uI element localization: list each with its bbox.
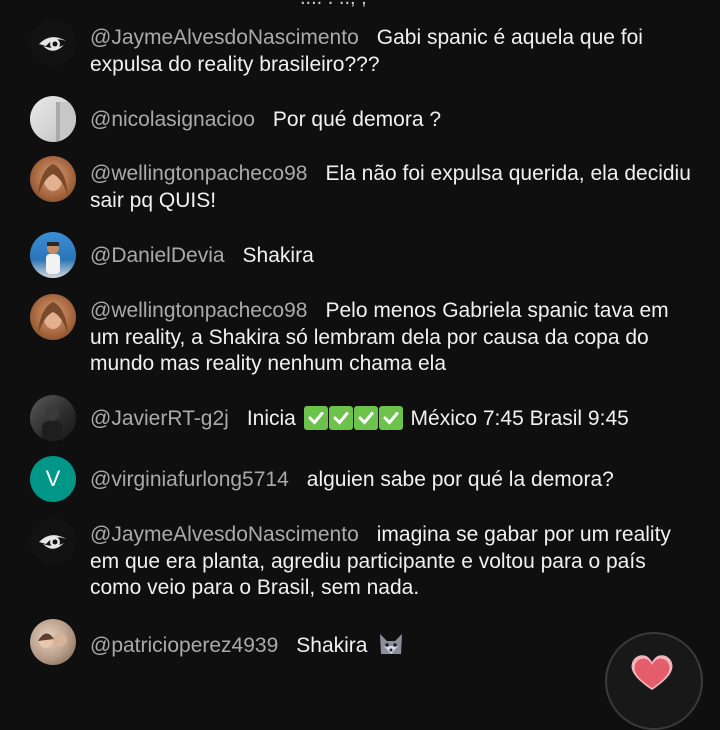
chat-message: @wellingtonpacheco98 Ela não foi expulsa … bbox=[0, 156, 720, 216]
user-photo-icon bbox=[38, 164, 68, 196]
message-author[interactable]: @JaymeAlvesdoNascimento bbox=[90, 523, 359, 546]
message-author[interactable]: @patricioperez4939 bbox=[90, 634, 278, 657]
message-body: @nicolasignacioo Por qué demora ? bbox=[90, 107, 696, 134]
message-body: @wellingtonpacheco98 Pelo menos Gabriela … bbox=[90, 298, 696, 378]
chat-message: @JavierRT-g2j Inicia México 7:45 Brasil 9… bbox=[0, 395, 720, 441]
message-author[interactable]: @JaymeAlvesdoNascimento bbox=[90, 26, 359, 49]
eye-icon bbox=[39, 37, 66, 51]
user-photo-icon bbox=[46, 242, 60, 274]
user-photo-icon bbox=[56, 102, 76, 142]
check-mark-icon bbox=[353, 406, 378, 430]
message-text: alguien sabe por qué la demora? bbox=[306, 468, 614, 491]
message-author[interactable]: @nicolasignacioo bbox=[90, 108, 255, 131]
heart-icon[interactable] bbox=[628, 652, 676, 692]
message-body: @JaymeAlvesdoNascimento Gabi spanic é aqu… bbox=[90, 25, 696, 78]
message-body: @wellingtonpacheco98 Ela não foi expulsa … bbox=[90, 161, 696, 214]
check-mark-icon bbox=[328, 406, 353, 430]
message-body: @JavierRT-g2j Inicia México 7:45 Brasil 9… bbox=[90, 406, 696, 433]
chat-message: @nicolasignacioo Por qué demora ? bbox=[0, 96, 720, 142]
avatar-letter[interactable]: V bbox=[30, 456, 76, 502]
message-text: Shakira bbox=[296, 634, 368, 657]
message-text: México 7:45 Brasil 9:45 bbox=[410, 407, 629, 430]
avatar-photo[interactable] bbox=[30, 619, 76, 665]
chat-message: @wellingtonpacheco98 Pelo menos Gabriela … bbox=[0, 294, 720, 378]
avatar-eye[interactable] bbox=[30, 518, 76, 564]
avatar-letter-text: V bbox=[45, 466, 61, 491]
message-author[interactable]: @wellingtonpacheco98 bbox=[90, 299, 307, 322]
avatar-photo[interactable] bbox=[30, 294, 76, 340]
message-text: Shakira bbox=[242, 244, 314, 267]
check-mark-icon bbox=[378, 406, 403, 430]
avatar-photo[interactable] bbox=[30, 156, 76, 202]
message-author[interactable]: @wellingtonpacheco98 bbox=[90, 162, 307, 185]
user-photo-icon bbox=[38, 633, 67, 648]
message-body: @DanielDevia Shakira bbox=[90, 243, 696, 270]
avatar-eye[interactable] bbox=[30, 20, 76, 66]
check-emoji-group bbox=[303, 406, 403, 430]
chat-message: @DanielDevia Shakira bbox=[0, 232, 720, 278]
avatar-photo[interactable] bbox=[30, 96, 76, 142]
live-chat-list: @JaymeAlvesdoNascimento Gabi spanic é aqu… bbox=[0, 0, 720, 665]
chat-message: @JaymeAlvesdoNascimento Gabi spanic é aqu… bbox=[0, 20, 720, 80]
message-author[interactable]: @DanielDevia bbox=[90, 244, 225, 267]
message-text: Inicia bbox=[246, 407, 296, 430]
user-photo-icon bbox=[38, 302, 68, 334]
check-mark-icon bbox=[303, 406, 328, 430]
eye-icon bbox=[39, 535, 66, 549]
chat-message: V @virginiafurlong5714 alguien sabe por q… bbox=[0, 456, 720, 502]
message-text: Por qué demora ? bbox=[272, 108, 442, 131]
message-body: @patricioperez4939 Shakira bbox=[90, 630, 696, 664]
message-author[interactable]: @JavierRT-g2j bbox=[90, 407, 229, 430]
user-photo-icon bbox=[42, 406, 62, 441]
message-body: @JaymeAlvesdoNascimento imagina se gabar … bbox=[90, 522, 696, 602]
message-author[interactable]: @virginiafurlong5714 bbox=[90, 468, 289, 491]
avatar-photo[interactable] bbox=[30, 395, 76, 441]
avatar-photo[interactable] bbox=[30, 232, 76, 278]
message-body: @virginiafurlong5714 alguien sabe por qué… bbox=[90, 467, 696, 494]
wolf-icon bbox=[377, 630, 405, 664]
chat-message: @JaymeAlvesdoNascimento imagina se gabar … bbox=[0, 518, 720, 604]
